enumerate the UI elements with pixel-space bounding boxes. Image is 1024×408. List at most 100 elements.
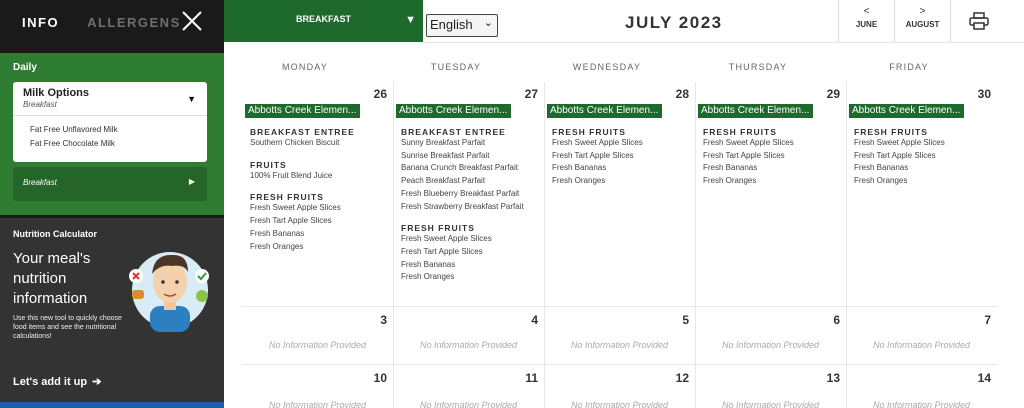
menu-item[interactable]: Fresh Sweet Apple Slices bbox=[401, 233, 541, 246]
school-name-badge[interactable]: Abbotts Creek Elemen... bbox=[245, 104, 360, 118]
menu-item[interactable]: Southern Chicken Biscuit bbox=[250, 137, 390, 150]
meal-type-label: BREAKFAST bbox=[296, 14, 352, 24]
menu-item[interactable]: Banana Crunch Breakfast Parfait bbox=[401, 162, 541, 175]
menu-item[interactable]: Fresh Bananas bbox=[250, 228, 390, 241]
breakfast-expander[interactable]: Breakfast ▶ bbox=[13, 167, 207, 201]
month-title: JULY 2023 bbox=[625, 13, 723, 32]
menu-category: FRUITS bbox=[250, 159, 287, 170]
lets-add-it-up-label: Let's add it up bbox=[13, 376, 88, 388]
day-number: 26 bbox=[373, 87, 387, 101]
no-information-note: No Information Provided bbox=[268, 340, 367, 350]
menu-item[interactable]: Peach Breakfast Parfait bbox=[401, 175, 541, 188]
calendar-day-cell[interactable]: 3 No Information Provided bbox=[242, 310, 393, 358]
day-menu: FRESH FRUITS Fresh Sweet Apple Slices Fres… bbox=[552, 124, 692, 188]
day-menu: BREAKFAST ENTREE Southern Chicken Biscuit… bbox=[250, 124, 390, 253]
calendar-day-cell[interactable]: 7 No Information Provided bbox=[846, 310, 997, 358]
menu-item[interactable]: 100% Fruit Blend Juice bbox=[250, 170, 390, 183]
menu-item[interactable]: Fresh Sweet Apple Slices bbox=[703, 137, 843, 150]
day-number: 27 bbox=[524, 87, 538, 101]
breakfast-expander-label: Breakfast bbox=[23, 178, 57, 187]
calendar-day-cell[interactable]: 28 Abbotts Creek Elemen... FRESH FRUITS Fre… bbox=[544, 84, 695, 298]
lets-add-it-up-link[interactable]: Let's add it up ➔ bbox=[13, 375, 101, 388]
school-name-badge[interactable]: Abbotts Creek Elemen... bbox=[547, 104, 662, 118]
menu-item[interactable]: Fresh Tart Apple Slices bbox=[703, 150, 843, 163]
no-information-note: No Information Provided bbox=[419, 400, 518, 408]
calendar-day-cell[interactable]: 5 No Information Provided bbox=[544, 310, 695, 358]
menu-item[interactable]: Fresh Oranges bbox=[552, 175, 692, 188]
calendar-day-cell[interactable]: 6 No Information Provided bbox=[695, 310, 846, 358]
day-number: 30 bbox=[977, 87, 991, 101]
milk-options-subtitle: Breakfast bbox=[23, 100, 57, 109]
language-value: English bbox=[430, 17, 473, 32]
menu-item[interactable]: Fresh Sweet Apple Slices bbox=[250, 202, 390, 215]
menu-item[interactable]: Fresh Blueberry Breakfast Parfait bbox=[401, 188, 541, 201]
weekday-header: TUESDAY bbox=[430, 62, 482, 72]
meal-type-select[interactable]: BREAKFAST ▼ bbox=[224, 0, 423, 42]
month-nav: < JUNE > AUGUST bbox=[838, 0, 1024, 42]
caret-down-icon[interactable]: ▼ bbox=[187, 94, 196, 104]
calendar-day-cell[interactable]: 13 No Information Provided bbox=[695, 368, 846, 408]
sidebar-tabs: INFO ALLERGENS bbox=[0, 0, 224, 44]
day-menu: FRESH FRUITS Fresh Sweet Apple Slices Fres… bbox=[703, 124, 843, 188]
printer-icon[interactable] bbox=[969, 12, 989, 30]
menu-item[interactable]: Fresh Sweet Apple Slices bbox=[552, 137, 692, 150]
tab-info[interactable]: INFO bbox=[22, 15, 59, 30]
menu-item[interactable]: Fresh Strawberry Breakfast Parfait bbox=[401, 201, 541, 214]
calendar-day-cell[interactable]: 29 Abbotts Creek Elemen... FRESH FRUITS Fre… bbox=[695, 84, 846, 298]
nutrition-description: Use this new tool to quickly choose food… bbox=[13, 315, 122, 340]
milk-option: Fat Free Chocolate Milk bbox=[30, 139, 115, 148]
menu-item[interactable]: Fresh Oranges bbox=[401, 271, 541, 284]
menu-item[interactable]: Fresh Bananas bbox=[401, 259, 541, 272]
menu-category: FRESH FRUITS bbox=[401, 223, 475, 234]
menu-item[interactable]: Fresh Bananas bbox=[854, 162, 994, 175]
day-number: 5 bbox=[682, 313, 689, 327]
close-icon[interactable] bbox=[180, 9, 204, 33]
calendar-day-cell[interactable]: 10 No Information Provided bbox=[242, 368, 393, 408]
day-menu: BREAKFAST ENTREE Sunny Breakfast Parfait S… bbox=[401, 124, 541, 284]
next-month-button[interactable]: > AUGUST bbox=[895, 0, 951, 42]
menu-item[interactable]: Fresh Oranges bbox=[250, 241, 390, 254]
calendar-day-cell[interactable]: 12 No Information Provided bbox=[544, 368, 695, 408]
menu-category: BREAKFAST ENTREE bbox=[250, 127, 355, 137]
day-number: 10 bbox=[373, 371, 387, 385]
menu-item[interactable]: Fresh Tart Apple Slices bbox=[401, 246, 541, 259]
milk-options-header[interactable]: Milk Options Breakfast ▼ bbox=[13, 82, 207, 116]
calendar-day-cell[interactable]: 11 No Information Provided bbox=[393, 368, 544, 408]
menu-item[interactable]: Fresh Bananas bbox=[703, 162, 843, 175]
menu-item[interactable]: Fresh Tart Apple Slices bbox=[552, 150, 692, 163]
day-number: 3 bbox=[380, 313, 387, 327]
sidebar: INFO ALLERGENS Daily Milk Options Breakf… bbox=[0, 0, 224, 408]
weekday-header: WEDNESDAY bbox=[572, 62, 642, 72]
row-divider bbox=[242, 364, 997, 365]
menu-item[interactable]: Sunrise Breakfast Parfait bbox=[401, 150, 541, 163]
weekday-header: THURSDAY bbox=[728, 62, 788, 72]
caret-down-icon: ▼ bbox=[405, 14, 416, 26]
calendar-day-cell[interactable]: 26 Abbotts Creek Elemen... BREAKFAST ENTRE… bbox=[242, 84, 393, 298]
school-name-badge[interactable]: Abbotts Creek Elemen... bbox=[396, 104, 511, 118]
menu-item[interactable]: Fresh Tart Apple Slices bbox=[250, 215, 390, 228]
school-name-badge[interactable]: Abbotts Creek Elemen... bbox=[698, 104, 813, 118]
milk-options-dropdown[interactable]: Milk Options Breakfast ▼ Fat Free Unflav… bbox=[13, 82, 207, 162]
calendar-day-cell[interactable]: 14 No Information Provided bbox=[846, 368, 997, 408]
menu-item[interactable]: Fresh Bananas bbox=[552, 162, 692, 175]
menu-item[interactable]: Fresh Sweet Apple Slices bbox=[854, 137, 994, 150]
calendar-day-cell[interactable]: 30 Abbotts Creek Elemen... FRESH FRUITS Fre… bbox=[846, 84, 997, 298]
menu-item[interactable]: Fresh Oranges bbox=[703, 175, 843, 188]
language-select[interactable]: English ⌄ bbox=[426, 14, 498, 37]
calendar-day-cell[interactable]: 4 No Information Provided bbox=[393, 310, 544, 358]
calendar-day-cell[interactable]: 27 Abbotts Creek Elemen... BREAKFAST ENTRE… bbox=[393, 84, 544, 298]
menu-item[interactable]: Fresh Oranges bbox=[854, 175, 994, 188]
school-name-badge[interactable]: Abbotts Creek Elemen... bbox=[849, 104, 964, 118]
menu-item[interactable]: Sunny Breakfast Parfait bbox=[401, 137, 541, 150]
play-arrow-icon: ▶ bbox=[188, 177, 195, 186]
menu-item[interactable]: Fresh Tart Apple Slices bbox=[854, 150, 994, 163]
row-divider bbox=[242, 306, 997, 307]
tab-allergens[interactable]: ALLERGENS bbox=[87, 15, 181, 30]
prev-month-button[interactable]: < JUNE bbox=[839, 0, 895, 42]
milk-options-title: Milk Options bbox=[23, 87, 89, 99]
no-information-note: No Information Provided bbox=[268, 400, 367, 408]
no-information-note: No Information Provided bbox=[570, 400, 669, 408]
no-information-note: No Information Provided bbox=[419, 340, 518, 350]
arrow-right-icon: ➔ bbox=[92, 376, 102, 388]
day-number: 12 bbox=[675, 371, 689, 385]
